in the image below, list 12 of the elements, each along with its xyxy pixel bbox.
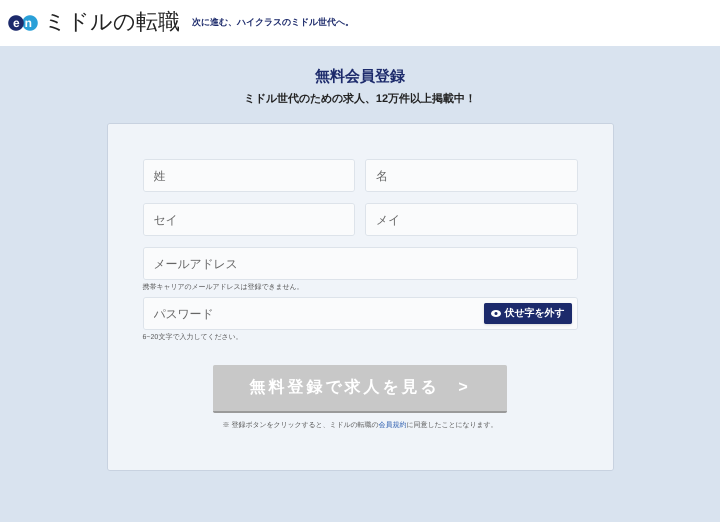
site-name: ミドルの転職 [44,12,180,34]
input-field[interactable]: 姓 [142,159,355,192]
input-field[interactable]: セイ [142,203,355,236]
input-field[interactable]: メイ [365,203,578,236]
page-title: 無料会員登録 [315,68,405,87]
input-field[interactable]: メールアドレス [142,247,578,280]
eye-icon [490,310,500,318]
tagline: 次に進む、ハイクラスのミドル世代へ。 [192,16,354,30]
page-subtitle: ミドル世代のための求人、12万件以上掲載中！ [244,92,476,107]
input-field[interactable]: 名 [365,159,578,192]
logo: en [8,15,38,31]
reveal-password-button[interactable]: 伏せ字を外す [484,303,572,324]
